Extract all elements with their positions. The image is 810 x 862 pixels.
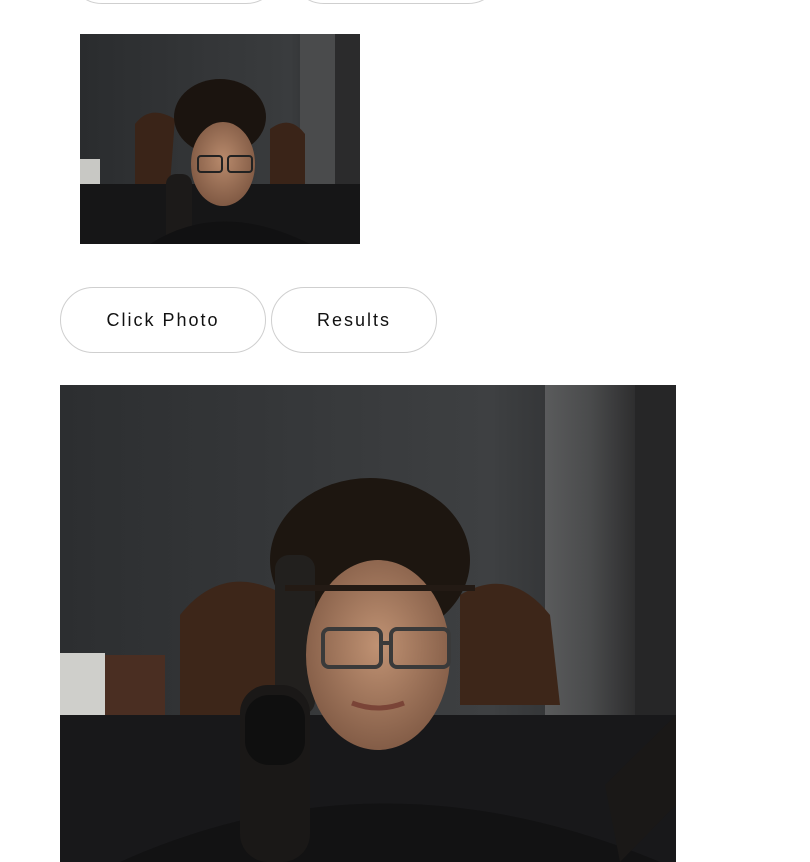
captured-photo (80, 34, 360, 244)
top-button-partial[interactable] (68, 0, 280, 4)
webcam-video (60, 385, 676, 862)
top-button-partial-2[interactable] (290, 0, 502, 4)
captured-photo-image (80, 34, 360, 244)
webcam-preview (60, 385, 676, 862)
click-photo-button[interactable]: Click Photo (60, 287, 266, 353)
page: Click Photo Results (0, 0, 810, 862)
results-button[interactable]: Results (271, 287, 437, 353)
